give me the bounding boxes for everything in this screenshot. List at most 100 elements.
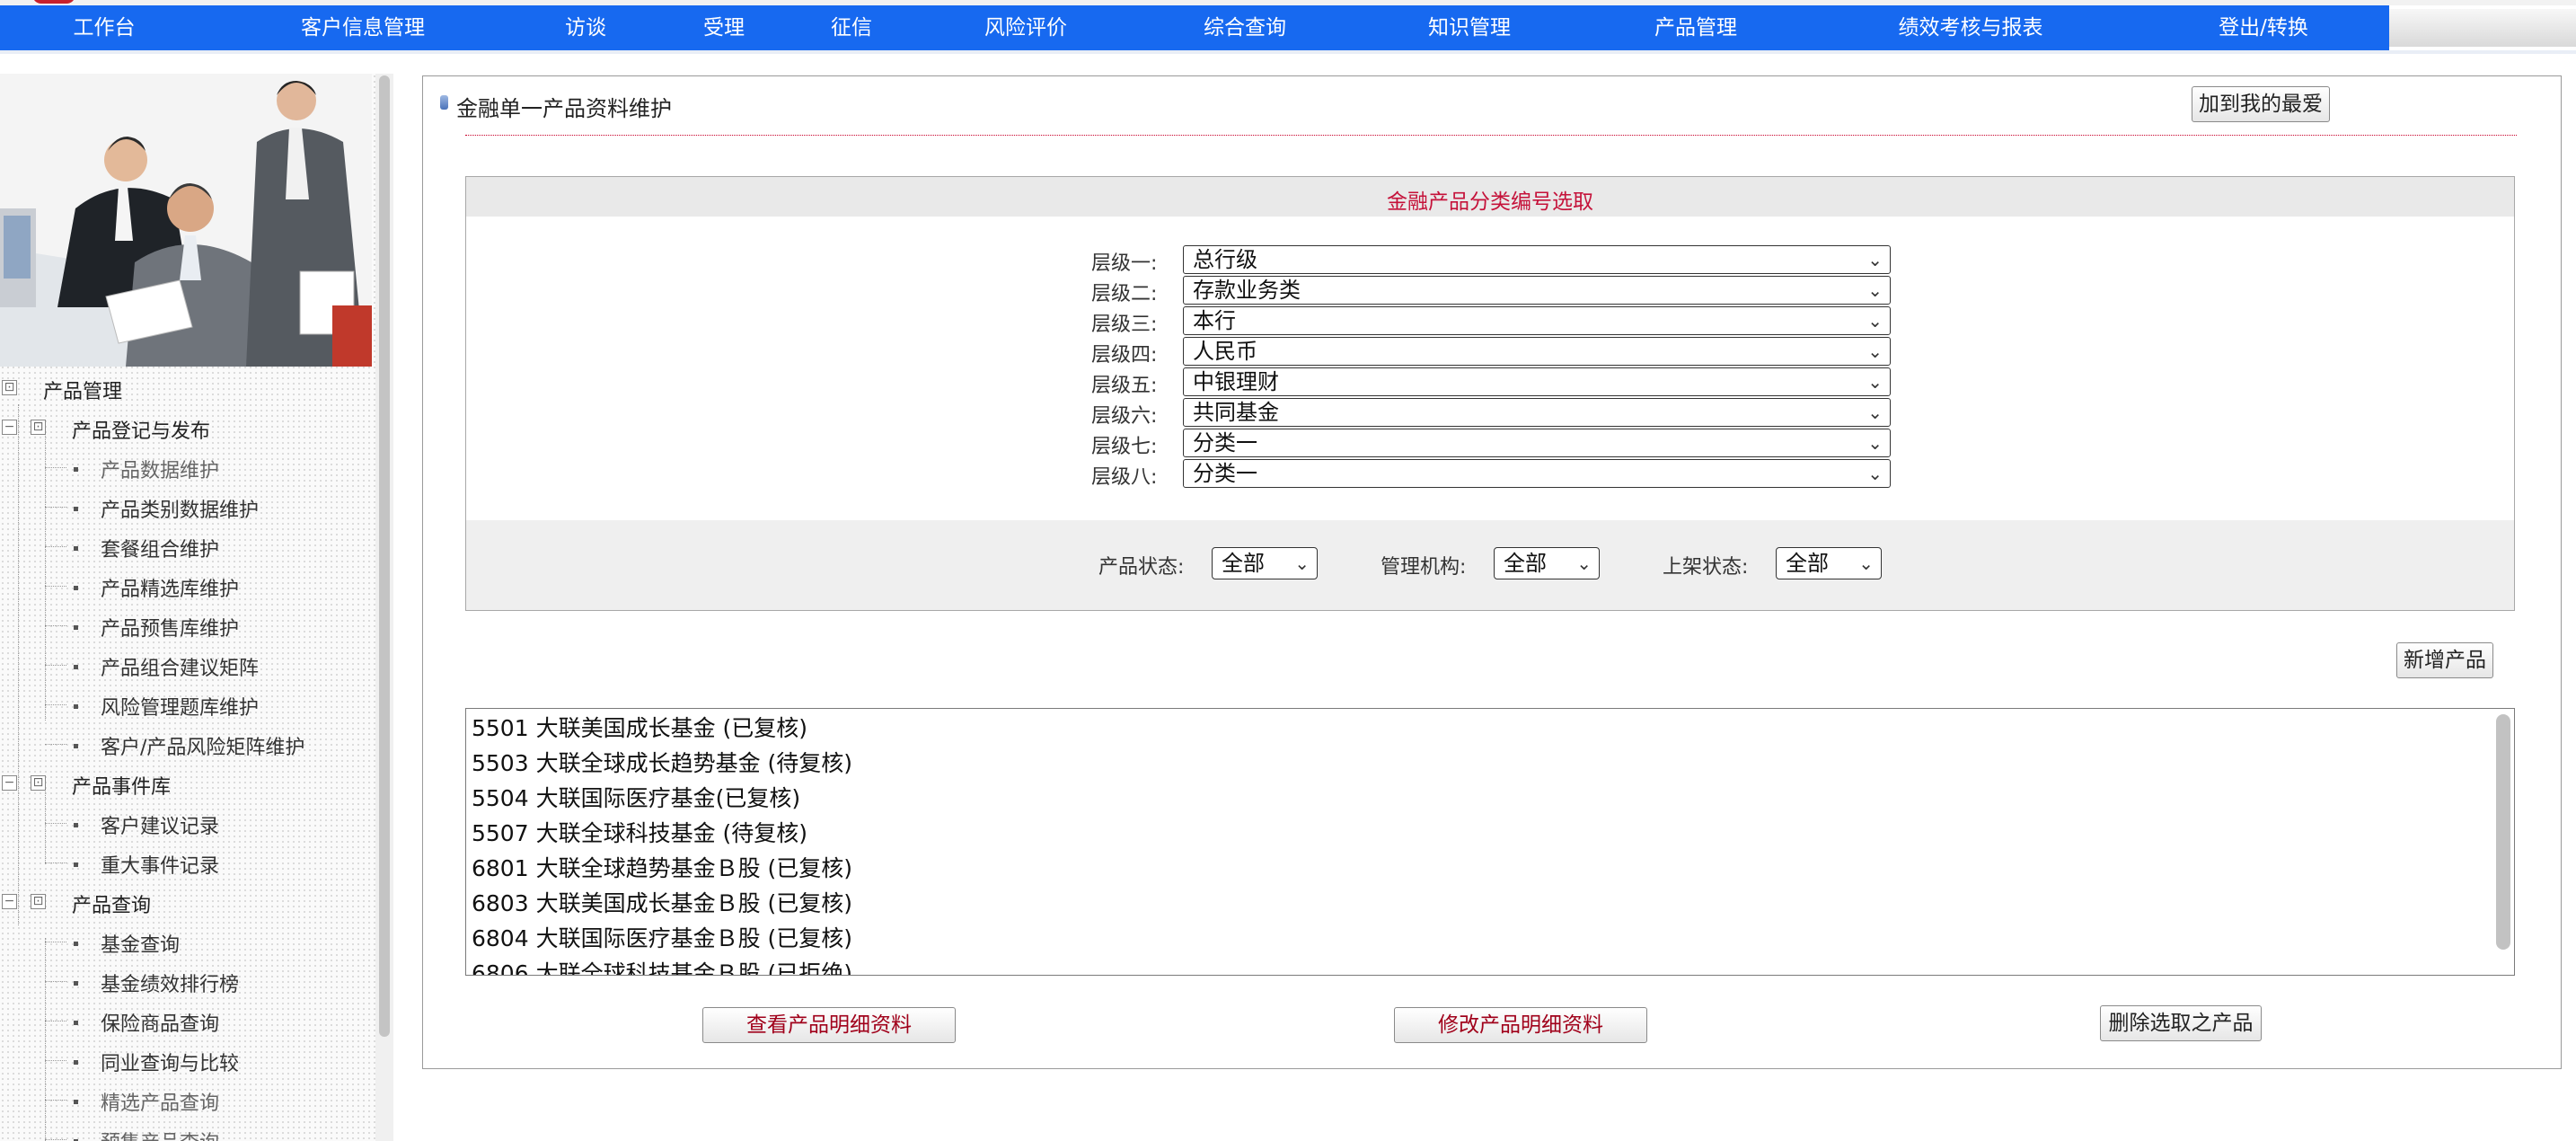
bullet-icon — [74, 467, 78, 472]
tree-node-product-mgmt[interactable]: ⊡ 产品管理 — [0, 370, 372, 406]
level-8-label: 层级八: — [1091, 466, 1158, 489]
expand-icon[interactable]: ⊡ — [2, 380, 17, 395]
delete-selected-button[interactable]: 删除选取之产品 — [2100, 1005, 2262, 1041]
expand-icon[interactable]: ⊡ — [31, 894, 46, 909]
sidebar-scrollbar[interactable] — [375, 74, 393, 1141]
bullet-icon — [74, 625, 78, 630]
edit-detail-button[interactable]: 修改产品明细资料 — [1394, 1007, 1647, 1043]
bullet-icon — [74, 665, 78, 669]
tree-leaf-peer-compare[interactable]: 同业查询与比较 — [0, 1042, 372, 1078]
tree-leaf-presale-query[interactable]: 预售产品查询 — [0, 1121, 372, 1141]
view-detail-button[interactable]: 查看产品明细资料 — [702, 1007, 956, 1043]
tree-connector — [45, 823, 66, 824]
tree-connector — [45, 467, 66, 468]
tree-leaf-risk-matrix[interactable]: 客户/产品风险矩阵维护 — [0, 726, 372, 762]
status-filter-row: 产品状态: 全部 ⌄ 管理机构: 全部 ⌄ 上架状态: 全部 ⌄ — [466, 520, 2514, 610]
tree-connector — [45, 981, 66, 982]
list-item[interactable]: 5504 大联国际医疗基金(已复核) — [472, 781, 800, 816]
nav-item-acceptance[interactable]: 受理 — [703, 5, 745, 50]
main-menu: 工作台 客户信息管理 访谈 受理 征信 风险评价 综合查询 知识管理 产品管理 … — [0, 5, 2389, 50]
product-status-label: 产品状态: — [1098, 556, 1185, 579]
nav-item-customer-info[interactable]: 客户信息管理 — [301, 5, 425, 50]
bullet-icon — [74, 507, 78, 511]
expand-icon[interactable]: ⊡ — [31, 420, 46, 435]
product-status-select[interactable]: 全部 ⌄ — [1212, 547, 1318, 579]
bullet-icon — [74, 981, 78, 986]
level-5-select[interactable]: 中银理财 ⌄ — [1183, 367, 1891, 396]
chevron-down-icon: ⌄ — [1867, 402, 1883, 423]
level-2-label: 层级二: — [1091, 283, 1158, 305]
tree-leaf-presale[interactable]: 产品预售库维护 — [0, 607, 372, 643]
tree-connector — [45, 1139, 66, 1140]
nav-item-knowledge[interactable]: 知识管理 — [1428, 5, 1511, 50]
nav-item-general-query[interactable]: 综合查询 — [1204, 5, 1286, 50]
level-1-select[interactable]: 总行级 ⌄ — [1183, 245, 1891, 274]
list-item[interactable]: 6803 大联美国成长基金Ｂ股 (已复核) — [472, 886, 852, 921]
nav-item-risk-rating[interactable]: 风险评价 — [984, 5, 1067, 50]
chevron-down-icon: ⌄ — [1858, 553, 1874, 574]
shelf-status-label: 上架状态: — [1663, 556, 1749, 579]
nav-item-logout[interactable]: 登出/转换 — [2219, 5, 2308, 50]
sidebar: ⊡ 产品管理 − ⊡ 产品登记与发布 产品数据维护 产品类别数据维护 套餐组合维… — [0, 74, 375, 1141]
list-item[interactable]: 5503 大联全球成长趋势基金 (待复核) — [472, 746, 852, 781]
sidebar-scrollbar-thumb[interactable] — [379, 75, 390, 1037]
level-5-label: 层级五: — [1091, 375, 1158, 397]
level-6-select[interactable]: 共同基金 ⌄ — [1183, 398, 1891, 427]
level-6-label: 层级六: — [1091, 405, 1158, 428]
level-3-select[interactable]: 本行 ⌄ — [1183, 306, 1891, 335]
tree-node-registration[interactable]: − ⊡ 产品登记与发布 — [0, 410, 372, 446]
tree-connector — [45, 1021, 66, 1022]
tree-node-product-query[interactable]: − ⊡ 产品查询 — [0, 884, 372, 920]
bullet-icon — [74, 862, 78, 867]
title-bullet-icon — [440, 95, 448, 110]
managing-org-label: 管理机构: — [1381, 556, 1467, 579]
tree-connector — [45, 744, 66, 745]
expand-icon[interactable]: ⊡ — [31, 775, 46, 791]
list-item[interactable]: 5507 大联全球科技基金 (待复核) — [472, 816, 807, 851]
nav-item-interview[interactable]: 访谈 — [565, 5, 606, 50]
level-7-select[interactable]: 分类一 ⌄ — [1183, 429, 1891, 457]
collapse-icon[interactable]: − — [2, 420, 17, 435]
product-listbox[interactable]: 5501 大联美国成长基金 (已复核) 5503 大联全球成长趋势基金 (待复核… — [465, 708, 2515, 976]
add-to-favorites-button[interactable]: 加到我的最爱 — [2192, 86, 2330, 122]
tree-connector — [45, 546, 66, 547]
tree-leaf-curated[interactable]: 产品精选库维护 — [0, 568, 372, 604]
listbox-scrollbar-thumb[interactable] — [2496, 714, 2510, 950]
tree-leaf-fund-query[interactable]: 基金查询 — [0, 924, 372, 960]
managing-org-select[interactable]: 全部 ⌄ — [1494, 547, 1600, 579]
logo-mark — [32, 0, 75, 4]
nav-item-credit[interactable]: 征信 — [831, 5, 872, 50]
list-item[interactable]: 6804 大联国际医疗基金Ｂ股 (已复核) — [472, 921, 852, 956]
list-item[interactable]: 5501 大联美国成长基金 (已复核) — [472, 711, 807, 746]
nav-item-product-mgmt[interactable]: 产品管理 — [1654, 5, 1737, 50]
level-7-label: 层级七: — [1091, 436, 1158, 458]
list-item[interactable]: 6801 大联全球趋势基金Ｂ股 (已复核) — [472, 851, 852, 886]
tree-leaf-major-events[interactable]: 重大事件记录 — [0, 845, 372, 880]
add-product-button[interactable]: 新增产品 — [2396, 642, 2493, 678]
chevron-down-icon: ⌄ — [1576, 553, 1592, 574]
bullet-icon — [74, 1100, 78, 1104]
tree-connector — [45, 862, 66, 863]
bullet-icon — [74, 586, 78, 590]
tree-node-event-library[interactable]: − ⊡ 产品事件库 — [0, 765, 372, 801]
chevron-down-icon: ⌄ — [1867, 432, 1883, 454]
nav-item-performance[interactable]: 绩效考核与报表 — [1899, 5, 2043, 50]
level-2-select[interactable]: 存款业务类 ⌄ — [1183, 276, 1891, 305]
tree-leaf-portfolio-matrix[interactable]: 产品组合建议矩阵 — [0, 647, 372, 683]
tree-leaf-customer-suggestions[interactable]: 客户建议记录 — [0, 805, 372, 841]
collapse-icon[interactable]: − — [2, 894, 17, 909]
collapse-icon[interactable]: − — [2, 775, 17, 791]
shelf-status-select[interactable]: 全部 ⌄ — [1776, 547, 1882, 579]
tree-leaf-fund-ranking[interactable]: 基金绩效排行榜 — [0, 963, 372, 999]
bullet-icon — [74, 942, 78, 946]
level-8-select[interactable]: 分类一 ⌄ — [1183, 459, 1891, 488]
tree-leaf-insurance-query[interactable]: 保险商品查询 — [0, 1003, 372, 1039]
tree-leaf-curated-query[interactable]: 精选产品查询 — [0, 1082, 372, 1118]
tree-leaf-product-data[interactable]: 产品数据维护 — [0, 449, 372, 485]
tree-leaf-product-category[interactable]: 产品类别数据维护 — [0, 489, 372, 525]
tree-leaf-risk-question-bank[interactable]: 风险管理题库维护 — [0, 686, 372, 722]
level-4-select[interactable]: 人民币 ⌄ — [1183, 337, 1891, 366]
tree-leaf-package[interactable]: 套餐组合维护 — [0, 528, 372, 564]
list-item[interactable]: 6806 大联全球科技基金Ｂ股 (已拒绝) — [472, 956, 852, 975]
nav-item-workbench[interactable]: 工作台 — [74, 5, 136, 50]
